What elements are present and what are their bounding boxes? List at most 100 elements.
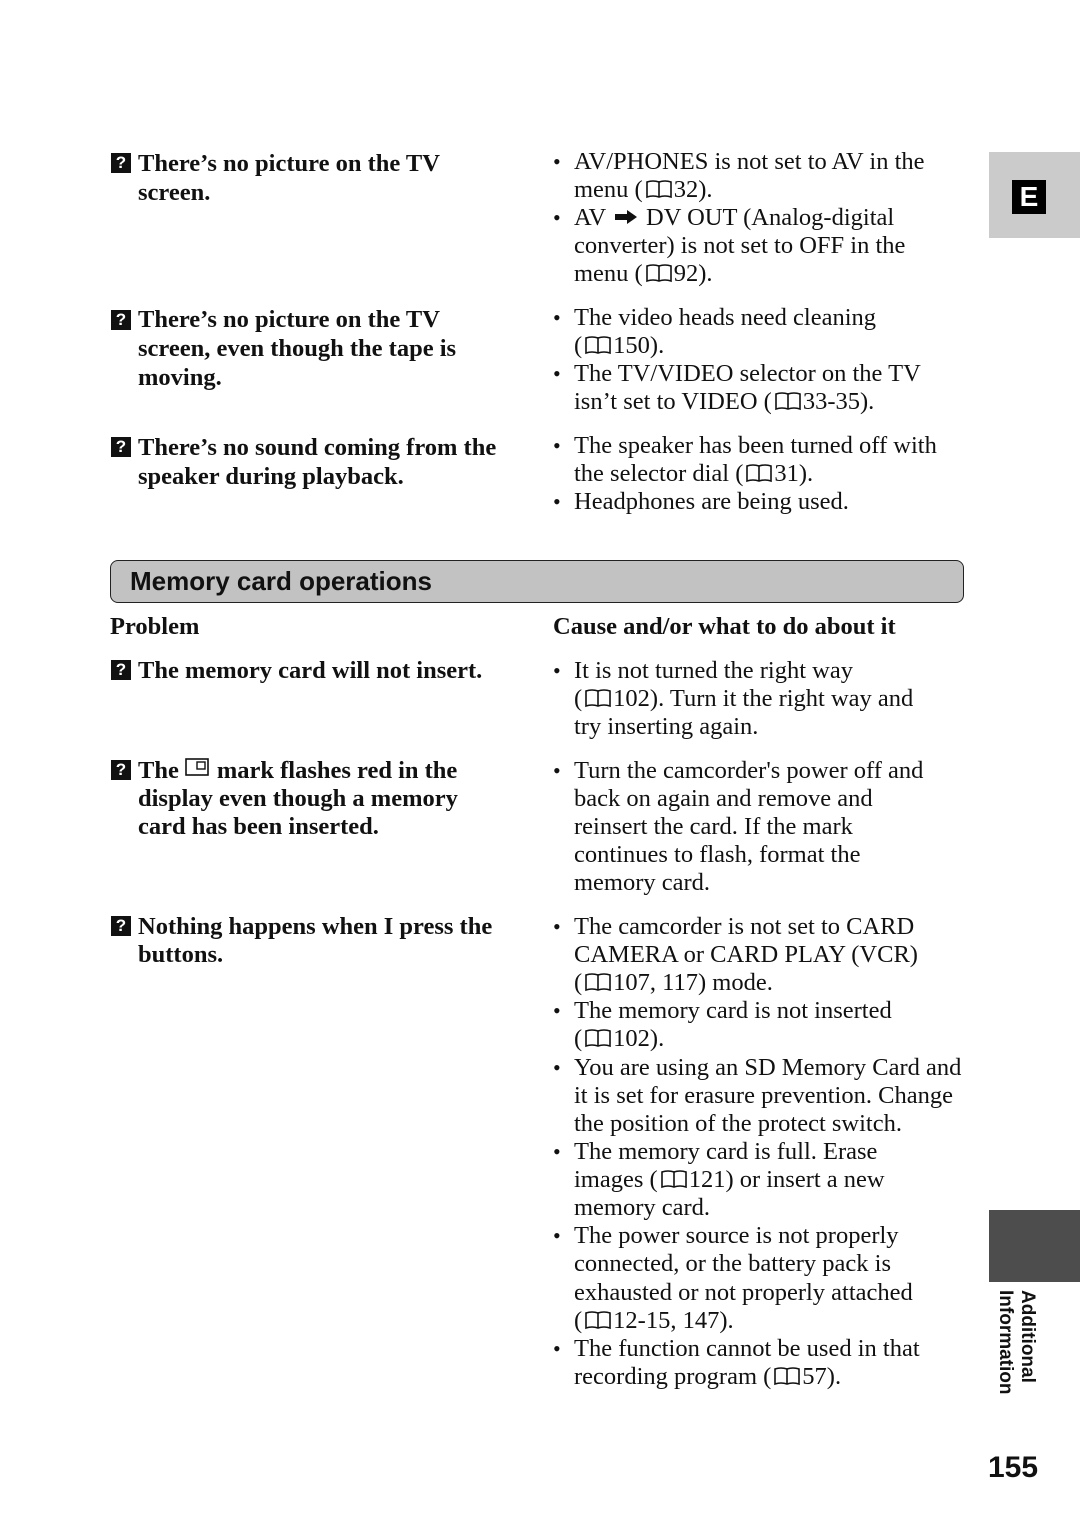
problem-text: The mark flashes red in the (138, 757, 457, 785)
column-header-problem: Problem (110, 613, 200, 640)
cause-text: (107, 117) mode. (574, 969, 773, 997)
cause-text-part: menu ( (574, 176, 643, 203)
cause-text: You are using an SD Memory Card and (574, 1054, 962, 1081)
cause-text-part: ( (574, 1025, 583, 1052)
problem-text: card has been inserted. (138, 813, 379, 840)
problem-text: display even though a memory (138, 785, 458, 812)
problem-text-part: mark flashes red in the (216, 757, 458, 784)
bullet: • (553, 758, 561, 783)
cause-text: continues to flash, format the (574, 841, 861, 868)
side-label-line2: Information (995, 1290, 1016, 1395)
cause-text: The power source is not properly (574, 1222, 899, 1249)
problem-text: speaker during playback. (138, 463, 404, 490)
bullet: • (553, 489, 561, 514)
cause-text: Headphones are being used. (574, 488, 849, 515)
question-icon: ? (111, 660, 131, 680)
cause-text: AV DV OUT (Analog-digital (574, 204, 894, 232)
cause-text: menu (92). (574, 260, 713, 288)
cause-text: back on again and remove and (574, 785, 873, 812)
side-label-line1: Additional (1017, 1290, 1038, 1383)
cause-text: recording program ( 57). (574, 1363, 841, 1391)
cause-text: reinsert the card. If the mark (574, 813, 853, 840)
memory-card-icon (185, 758, 209, 776)
cause-text-part: images ( (574, 1166, 658, 1193)
cause-text: The memory card is not inserted (574, 997, 892, 1024)
page-ref: 102). (613, 1025, 665, 1052)
book-icon (660, 1170, 687, 1189)
cause-text: try inserting again. (574, 713, 759, 740)
arrow-right-icon (614, 210, 637, 224)
page-ref: 57). (802, 1363, 842, 1390)
problem-text: There’s no sound coming from the (138, 434, 497, 461)
question-icon: ? (111, 437, 131, 457)
problem-text: There’s no picture on the TV (138, 306, 440, 333)
column-header-cause: Cause and/or what to do about it (553, 613, 896, 640)
cause-text: The speaker has been turned off with (574, 432, 937, 459)
cause-text-part: ( (574, 1307, 583, 1334)
cause-text: The memory card is full. Erase (574, 1138, 878, 1165)
cause-text-part: recording program ( (574, 1363, 772, 1390)
book-icon (585, 973, 611, 992)
cause-text: (12-15, 147). (574, 1307, 734, 1335)
book-icon (585, 1029, 611, 1048)
problem-text: Nothing happens when I press the (138, 913, 493, 940)
problem-text-part: The (138, 757, 179, 784)
page-ref: 150). (613, 332, 665, 359)
page-ref: 102). Turn it the right way and (613, 685, 914, 712)
problem-text: screen. (138, 179, 211, 206)
cause-text: The camcorder is not set to CARD (574, 913, 915, 940)
book-icon (645, 180, 672, 199)
cause-text-part: isn’t set to VIDEO ( (574, 388, 772, 415)
page-ref: 33-35). (802, 388, 875, 415)
cause-text: (102). Turn it the right way and (574, 685, 913, 713)
cause-text: menu (32). (574, 176, 713, 204)
cause-text-part: AV (574, 204, 606, 231)
page-ref: 12-15, 147). (613, 1307, 734, 1334)
cause-text: memory card. (574, 869, 711, 896)
bullet: • (553, 1223, 561, 1248)
section-side-label: Additional Information (990, 1290, 1050, 1410)
problem-text: moving. (138, 364, 222, 391)
cause-text: connected, or the battery pack is (574, 1250, 892, 1277)
cause-text: It is not turned the right way (574, 657, 853, 684)
cause-text-part: the selector dial ( (574, 460, 744, 487)
cause-text-part: DV OUT (Analog-digital (646, 204, 895, 231)
cause-text: the selector dial ( 31). (574, 460, 813, 488)
cause-text-part: ( (574, 685, 583, 712)
question-icon: ? (111, 760, 131, 780)
page-ref: 31). (774, 460, 814, 487)
bullet: • (553, 305, 561, 330)
problem-text: There’s no picture on the TV (138, 150, 440, 177)
cause-text: The function cannot be used in that (574, 1335, 920, 1362)
bullet: • (553, 205, 561, 230)
cause-text: the position of the protect switch. (574, 1110, 902, 1137)
problem-text: buttons. (138, 941, 224, 968)
book-icon (585, 1311, 611, 1330)
bullet: • (553, 1055, 561, 1080)
book-icon (775, 392, 801, 411)
book-icon (585, 689, 611, 708)
bullet: • (553, 149, 561, 174)
language-tab-label: E (1012, 180, 1046, 214)
problem-text: screen, even though the tape is (138, 335, 457, 362)
cause-text: The video heads need cleaning (574, 304, 877, 331)
section-title: Memory card operations (130, 566, 432, 596)
cause-text: (102). (574, 1025, 664, 1053)
cause-text: The TV/VIDEO selector on the TV (574, 360, 921, 387)
bullet: • (553, 433, 561, 458)
cause-text: it is set for erasure prevention. Change (574, 1082, 953, 1109)
book-icon (645, 264, 672, 283)
cause-text: AV/PHONES is not set to AV in the (574, 148, 925, 175)
book-icon (774, 1367, 801, 1386)
cause-text: converter) is not set to OFF in the (574, 232, 906, 259)
page-ref: 121) or insert a new (688, 1166, 885, 1193)
question-icon: ? (111, 916, 131, 936)
cause-text-part: ( (574, 332, 583, 359)
cause-text-part: ( (574, 969, 583, 996)
bullet: • (553, 1336, 561, 1361)
cause-text: images ( 121) or insert a new (574, 1166, 885, 1194)
question-icon: ? (111, 310, 131, 330)
book-icon (746, 464, 773, 483)
section-tab (989, 1210, 1080, 1282)
bullet: • (553, 998, 561, 1023)
